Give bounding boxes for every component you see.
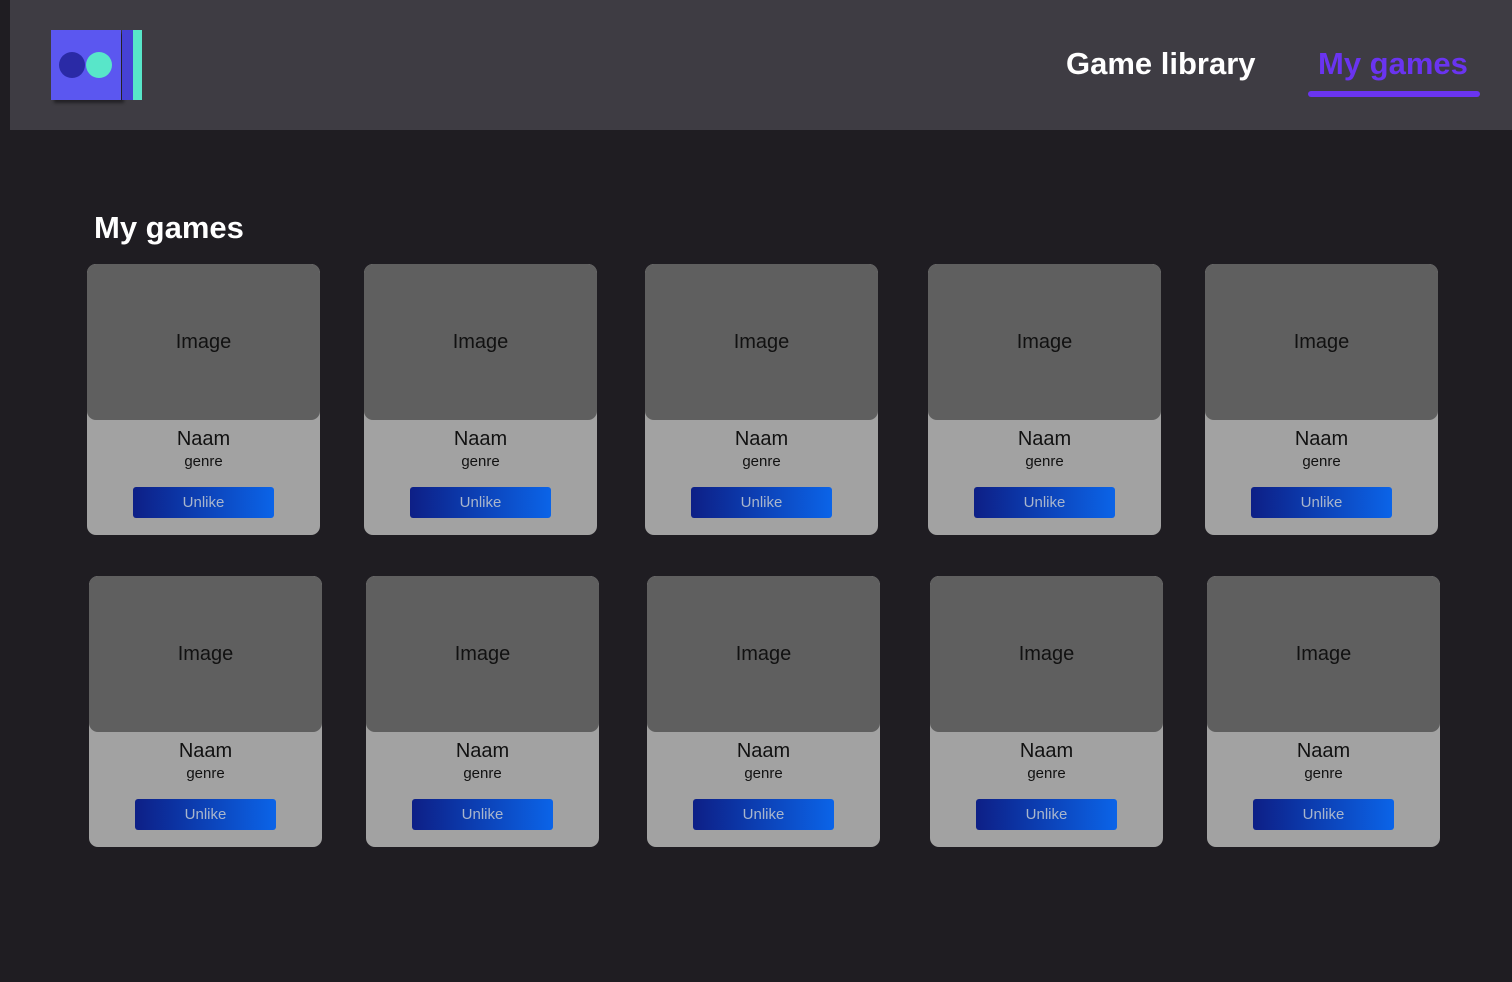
- game-card: Image Naam genre Unlike: [89, 576, 322, 847]
- unlike-button[interactable]: Unlike: [412, 799, 553, 830]
- app-logo-icon[interactable]: [51, 30, 143, 102]
- game-name: Naam: [455, 740, 510, 762]
- logo-square: [51, 30, 121, 100]
- game-image-placeholder: Image: [87, 264, 320, 420]
- game-genre: genre: [184, 453, 223, 470]
- game-genre: genre: [186, 765, 225, 782]
- unlike-button[interactable]: Unlike: [1251, 487, 1392, 518]
- game-card: Image Naam genre Unlike: [930, 576, 1163, 847]
- game-image-placeholder: Image: [647, 576, 880, 732]
- game-image-placeholder: Image: [1207, 576, 1440, 732]
- game-card: Image Naam genre Unlike: [928, 264, 1161, 535]
- game-image-placeholder: Image: [89, 576, 322, 732]
- game-card: Image Naam genre Unlike: [645, 264, 878, 535]
- game-image-placeholder: Image: [366, 576, 599, 732]
- game-image-placeholder: Image: [645, 264, 878, 420]
- nav-active-underline: [1308, 91, 1480, 97]
- logo-dot-left: [59, 52, 85, 78]
- game-card: Image Naam genre Unlike: [364, 264, 597, 535]
- game-genre: genre: [461, 453, 500, 470]
- game-image-placeholder: Image: [928, 264, 1161, 420]
- game-card: Image Naam genre Unlike: [1207, 576, 1440, 847]
- game-name: Naam: [1017, 428, 1072, 450]
- game-name: Naam: [178, 740, 233, 762]
- unlike-button[interactable]: Unlike: [974, 487, 1115, 518]
- page-title: My games: [94, 210, 244, 245]
- logo-bar-dark: [122, 30, 133, 100]
- game-card: Image Naam genre Unlike: [366, 576, 599, 847]
- game-card: Image Naam genre Unlike: [87, 264, 320, 535]
- game-name: Naam: [176, 428, 231, 450]
- game-genre: genre: [742, 453, 781, 470]
- game-image-placeholder: Image: [930, 576, 1163, 732]
- game-genre: genre: [744, 765, 783, 782]
- game-image-placeholder: Image: [364, 264, 597, 420]
- unlike-button[interactable]: Unlike: [693, 799, 834, 830]
- game-card: Image Naam genre Unlike: [647, 576, 880, 847]
- game-genre: genre: [1025, 453, 1064, 470]
- game-card: Image Naam genre Unlike: [1205, 264, 1438, 535]
- unlike-button[interactable]: Unlike: [1253, 799, 1394, 830]
- unlike-button[interactable]: Unlike: [135, 799, 276, 830]
- game-name: Naam: [736, 740, 791, 762]
- game-genre: genre: [463, 765, 502, 782]
- game-name: Naam: [1294, 428, 1349, 450]
- unlike-button[interactable]: Unlike: [691, 487, 832, 518]
- top-navigation-bar: Game library My games: [10, 0, 1512, 130]
- game-image-placeholder: Image: [1205, 264, 1438, 420]
- unlike-button[interactable]: Unlike: [976, 799, 1117, 830]
- game-genre: genre: [1027, 765, 1066, 782]
- game-name: Naam: [453, 428, 508, 450]
- game-name: Naam: [1296, 740, 1351, 762]
- logo-bar-accent: [133, 30, 142, 100]
- game-genre: genre: [1304, 765, 1343, 782]
- unlike-button[interactable]: Unlike: [133, 487, 274, 518]
- unlike-button[interactable]: Unlike: [410, 487, 551, 518]
- game-name: Naam: [1019, 740, 1074, 762]
- game-genre: genre: [1302, 453, 1341, 470]
- nav-my-games[interactable]: My games: [1318, 44, 1468, 84]
- game-name: Naam: [734, 428, 789, 450]
- logo-dot-right: [86, 52, 112, 78]
- nav-game-library[interactable]: Game library: [1066, 44, 1256, 84]
